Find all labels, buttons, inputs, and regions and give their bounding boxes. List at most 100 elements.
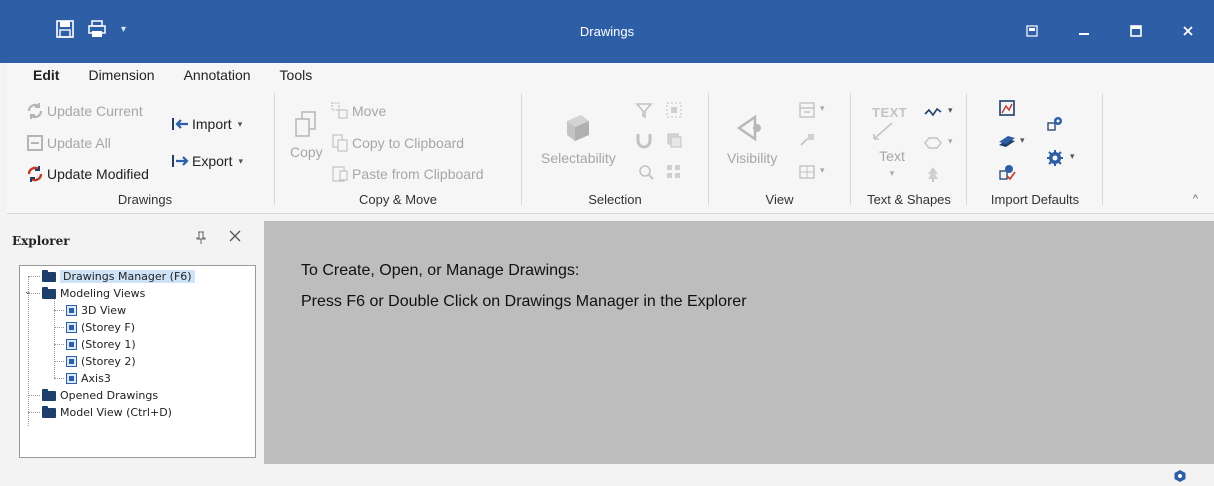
layers-icon[interactable]	[665, 131, 683, 149]
text-icon: TEXT	[872, 103, 912, 143]
refresh-icon	[26, 102, 44, 120]
restore-ribbon-icon[interactable]	[1006, 14, 1058, 48]
tree-item-view[interactable]: (Storey 1)	[66, 337, 136, 352]
update-modified-button[interactable]: Update Modified	[26, 165, 149, 183]
import-layers-icon[interactable]	[998, 133, 1016, 151]
tree-symbol-icon[interactable]	[924, 165, 942, 183]
status-bar	[0, 464, 1214, 486]
update-all-button[interactable]: Update All	[26, 134, 111, 152]
tab-edit[interactable]: Edit	[30, 63, 72, 90]
import-image-icon[interactable]	[998, 99, 1016, 117]
selectability-icon	[561, 111, 595, 145]
import-settings-icon[interactable]	[1046, 115, 1064, 133]
refresh-modified-icon	[26, 165, 44, 183]
import-layers-dropdown-icon[interactable]: ▾	[1020, 135, 1025, 146]
select-filter-icon[interactable]	[635, 101, 653, 119]
tab-tools[interactable]: Tools	[277, 63, 326, 87]
shape-dropdown-icon[interactable]: ▾	[948, 136, 953, 147]
grid-select-icon[interactable]	[665, 163, 683, 181]
text-button[interactable]: TEXT Text ▾	[872, 103, 912, 179]
tree-item-opened-drawings[interactable]: Opened Drawings	[42, 388, 158, 403]
maximize-icon[interactable]	[1110, 14, 1162, 48]
close-panel-icon[interactable]	[229, 229, 241, 247]
refresh-all-icon	[26, 134, 44, 152]
import-icon	[171, 115, 189, 133]
status-hexagon-icon[interactable]	[1173, 469, 1187, 483]
instruction-line-2: Press F6 or Double Click on Drawings Man…	[301, 293, 747, 310]
explorer-title: Explorer	[12, 234, 70, 248]
group-divider	[1102, 93, 1103, 205]
select-window-icon[interactable]	[665, 101, 683, 119]
export-icon	[171, 152, 189, 170]
tree-connector	[28, 276, 29, 426]
export-button[interactable]: Export ▾	[171, 152, 243, 170]
instruction-line-1: To Create, Open, or Manage Drawings:	[301, 262, 580, 279]
text-dropdown-icon: ▾	[889, 168, 895, 178]
tree-connector	[54, 344, 64, 345]
title-bar: ▾ Drawings	[0, 0, 1214, 63]
tree-item-view[interactable]: (Storey F)	[66, 320, 135, 335]
group-divider	[708, 93, 709, 205]
group-import-defaults: ▾ ▾ Import Defaults	[970, 89, 1100, 213]
gear-icon[interactable]	[1046, 149, 1064, 167]
tree-connector	[28, 276, 40, 277]
tab-annotation[interactable]: Annotation	[181, 63, 264, 87]
view-icon	[66, 373, 77, 384]
group-label-drawings: Drawings	[117, 192, 173, 207]
close-icon[interactable]	[1162, 14, 1214, 48]
visibility-button[interactable]: Visibility	[727, 111, 777, 166]
polyline-dropdown-icon[interactable]: ▾	[948, 105, 953, 116]
explorer-tree[interactable]: Drawings Manager (F6) ⌄ Modeling Views 3…	[19, 265, 256, 458]
group-divider	[966, 93, 967, 205]
tab-dimension[interactable]: Dimension	[85, 63, 167, 87]
paste-from-clipboard-button[interactable]: Paste from Clipboard	[331, 165, 484, 183]
copy-button[interactable]: Copy	[290, 111, 323, 160]
tree-item-view[interactable]: (Storey 2)	[66, 354, 136, 369]
tree-connector	[54, 310, 64, 311]
group-copy-move: Copy Move Copy to Clipboard Paste from C…	[278, 89, 518, 213]
view-icon	[66, 339, 77, 350]
group-text-shapes: TEXT Text ▾ ▾ ▾ Text & Shapes	[854, 89, 964, 213]
polyline-icon[interactable]	[924, 103, 942, 121]
folder-icon	[42, 269, 56, 282]
magnet-icon[interactable]	[635, 131, 653, 149]
tree-item-modeling-views[interactable]: Modeling Views	[42, 286, 145, 301]
collapse-ribbon-icon[interactable]: ^	[1193, 193, 1198, 205]
update-current-button[interactable]: Update Current	[26, 102, 143, 120]
view-options-dropdown-icon[interactable]: ▾	[820, 103, 825, 114]
folder-icon	[42, 388, 56, 401]
tree-item-drawings-manager[interactable]: Drawings Manager (F6)	[42, 269, 195, 284]
tree-connector	[28, 395, 40, 396]
view-split-dropdown-icon[interactable]: ▾	[820, 165, 825, 176]
shape-icon[interactable]	[924, 134, 942, 152]
tree-connector	[28, 412, 40, 413]
gear-dropdown-icon[interactable]: ▾	[1070, 151, 1075, 162]
group-label-text-shapes: Text & Shapes	[867, 192, 951, 207]
drawing-workspace[interactable]: To Create, Open, or Manage Drawings: Pre…	[264, 221, 1214, 464]
pin-icon[interactable]	[195, 231, 207, 248]
group-label-view: View	[765, 192, 794, 207]
ribbon-panel: Update Current Update All Update Modifie…	[0, 87, 1214, 214]
tree-item-view[interactable]: Axis3	[66, 371, 111, 386]
collapse-chevron-icon[interactable]: ⌄	[24, 287, 32, 297]
copy-to-clipboard-button[interactable]: Copy to Clipboard	[331, 134, 464, 152]
folder-icon	[42, 286, 56, 299]
import-check-icon[interactable]	[998, 163, 1016, 181]
view-split-icon[interactable]	[798, 163, 816, 181]
window-edge	[0, 63, 7, 486]
selectability-button[interactable]: Selectability	[541, 111, 616, 166]
minimize-icon[interactable]	[1058, 14, 1110, 48]
window-controls	[1006, 14, 1214, 48]
tree-connector	[54, 361, 64, 362]
explorer-header: Explorer	[7, 221, 263, 257]
tree-item-model-view[interactable]: Model View (Ctrl+D)	[42, 405, 172, 420]
import-button[interactable]: Import ▾	[171, 115, 242, 133]
view-icon	[66, 356, 77, 367]
move-button[interactable]: Move	[331, 102, 386, 120]
view-options-icon[interactable]	[798, 101, 816, 119]
tree-connector	[54, 327, 64, 328]
find-icon[interactable]	[637, 163, 655, 181]
tree-item-view[interactable]: 3D View	[66, 303, 126, 318]
clipboard-paste-icon	[331, 165, 349, 183]
view-arrange-icon[interactable]	[798, 131, 816, 149]
